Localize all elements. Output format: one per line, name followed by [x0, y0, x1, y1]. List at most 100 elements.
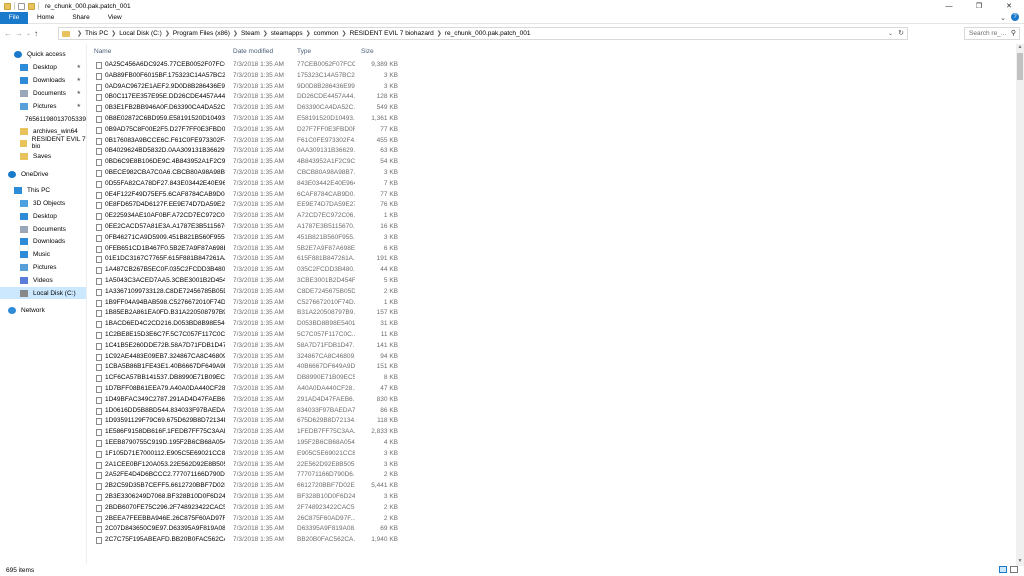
table-row[interactable]: 1CBA5B86B1FE43E1.40B6667DF649A9D8 7/3/201… [88, 362, 1008, 373]
forward-arrow-icon[interactable]: → [15, 29, 23, 38]
back-arrow-icon[interactable]: ← [4, 29, 12, 38]
table-row[interactable]: 0B3E1FB2BB946A0F.D63390CA4DA52CCA 7/3/201… [88, 103, 1008, 114]
chevron-right-icon[interactable]: ❯ [437, 30, 442, 37]
sidebar-item-onedrive[interactable]: OneDrive [0, 168, 86, 180]
table-row[interactable]: 1CF6CA57BB141537.DB8990E71B09EC51 7/3/201… [88, 373, 1008, 384]
breadcrumb-local-disk[interactable]: Local Disk (C:) [119, 30, 162, 37]
sidebar-item-downloads[interactable]: Downloads ★ [0, 74, 86, 86]
table-row[interactable]: 2B3E3306249D7068.BF328B10D0F6D242 7/3/201… [88, 492, 1008, 503]
table-row[interactable]: 0AB89FB00F6015BF.175323C14A57BC24 7/3/201… [88, 71, 1008, 82]
sidebar-item-saves[interactable]: Saves [0, 150, 86, 162]
column-header-size[interactable]: Size [361, 45, 374, 57]
chevron-right-icon[interactable]: ❯ [342, 30, 347, 37]
scroll-up-icon[interactable]: ▲ [1016, 44, 1024, 52]
sidebar-item-documents[interactable]: Documents [0, 223, 86, 235]
chevron-right-icon[interactable]: ❯ [165, 30, 170, 37]
sidebar-item-pictures[interactable]: Pictures ★ [0, 100, 86, 112]
table-row[interactable]: 0A25C456A6DC9245.77CEB0052F07FCC3 7/3/201… [88, 60, 1008, 71]
sidebar-item-pictures[interactable]: Pictures [0, 261, 86, 273]
chevron-right-icon[interactable]: ❯ [263, 30, 268, 37]
table-row[interactable]: 1BACD6ED4C2CD216.D053BD8B98E54011 7/3/201… [88, 319, 1008, 330]
sidebar-item-documents[interactable]: Documents ★ [0, 87, 86, 99]
table-row[interactable]: 0FB46271CA9D5909.451B821B560F9554 7/3/201… [88, 233, 1008, 244]
table-row[interactable]: 0B4029624BD5832D.0AA309131B366297 7/3/201… [88, 146, 1008, 157]
table-row[interactable]: 2A1CEE0BF120A053.22E562D92E8B5059 7/3/201… [88, 460, 1008, 471]
tab-view[interactable]: View [99, 14, 131, 21]
sidebar-item-3d-objects[interactable]: 3D Objects [0, 197, 86, 209]
sidebar-item-music[interactable]: Music [0, 248, 86, 260]
close-button[interactable]: ✕ [994, 0, 1024, 12]
table-row[interactable]: 2BEEA7FEEBBA946E.26C875F60AD97F7 7/3/2018… [88, 514, 1008, 525]
table-row[interactable]: 1A5043C3ACED7AA5.3CBE3001B2D454F6 7/3/201… [88, 276, 1008, 287]
scrollbar-thumb[interactable] [1017, 53, 1023, 80]
table-row[interactable]: 1B85EB2A861EA0FD.B31A220508797B9E 7/3/201… [88, 308, 1008, 319]
column-header-name[interactable]: Name [94, 45, 111, 57]
breadcrumb-steam[interactable]: Steam [241, 30, 260, 37]
sidebar-item-this-pc[interactable]: This PC [0, 184, 86, 196]
table-row[interactable]: 0BD6C9E8B106DE9C.4B843952A1F2C9C0 7/3/201… [88, 157, 1008, 168]
table-row[interactable]: 1D49BFAC349C2787.291AD4D47FAEB64F 7/3/201… [88, 395, 1008, 406]
table-row[interactable]: 0BECE982CBA7C0A6.CBCB80A98A98B702 7/3/201… [88, 168, 1008, 179]
tab-share[interactable]: Share [63, 14, 98, 21]
breadcrumb-resident-evil[interactable]: RESIDENT EVIL 7 biohazard [350, 30, 434, 37]
table-row[interactable]: 1D0616DD5B8BD544.834033F97BAEDA78 7/3/201… [88, 406, 1008, 417]
up-arrow-icon[interactable]: ↑ [34, 29, 38, 38]
sidebar-item-downloads[interactable]: Downloads [0, 235, 86, 247]
table-row[interactable]: 2BDB6070FE75C296.2F748923422CAC57 7/3/201… [88, 503, 1008, 514]
sidebar-item-local-disk-c[interactable]: Local Disk (C:) [0, 287, 86, 299]
expand-ribbon-icon[interactable]: ⌄ [1000, 14, 1006, 22]
table-row[interactable]: 2C07D843650C9E97.D63395A9F819A080 7/3/201… [88, 524, 1008, 535]
table-row[interactable]: 1A33671099733128.C8DE72456785B05D9 7/3/20… [88, 287, 1008, 298]
table-row[interactable]: 1D93591129F79C69.675D629B8D72134B 7/3/201… [88, 416, 1008, 427]
sidebar-item-desktop[interactable]: Desktop ★ [0, 61, 86, 73]
table-row[interactable]: 0B8E02872C6BD959.E58191520D104937 7/3/201… [88, 114, 1008, 125]
recent-locations-icon[interactable]: ⌄ [26, 30, 31, 37]
properties-icon[interactable] [18, 2, 25, 10]
table-row[interactable]: 0E225934AE10AF0BF.A72CD7EC972C06A6 7/3/20… [88, 211, 1008, 222]
sidebar-item-resident-evil-7-bio[interactable]: RESIDENT EVIL 7 bio [0, 136, 86, 150]
tab-file[interactable]: File [0, 11, 28, 24]
table-row[interactable]: 1E586F9158DB616F.1FEDB7FF75C3AAB5 7/3/201… [88, 427, 1008, 438]
chevron-right-icon[interactable]: ❯ [306, 30, 311, 37]
sidebar-item-videos[interactable]: Videos [0, 274, 86, 286]
chevron-right-icon[interactable]: ❯ [111, 30, 116, 37]
column-header-type[interactable]: Type [297, 45, 311, 57]
table-row[interactable]: 1C41B5E260DDE72B.58A7D71FDB1D47FB 7/3/201… [88, 341, 1008, 352]
details-view-icon[interactable] [999, 566, 1007, 573]
table-row[interactable]: 1B9FF04A94BAB598.C5276672010F74D2 7/3/201… [88, 298, 1008, 309]
table-row[interactable]: 2C7C75F195ABEAFD.BB20B0FAC562CAF5 7/3/201… [88, 535, 1008, 546]
breadcrumb-this-pc[interactable]: This PC [85, 30, 108, 37]
vertical-scrollbar[interactable]: ▲ ▼ [1016, 44, 1024, 566]
table-row[interactable]: 1C2BE8E15D3E6C7F.5C7C057F117C0CD7 7/3/201… [88, 330, 1008, 341]
breadcrumb-current-folder[interactable]: re_chunk_000.pak.patch_001 [445, 30, 531, 37]
new-folder-icon[interactable] [28, 2, 35, 10]
breadcrumb-program-files[interactable]: Program Files (x86) [173, 30, 230, 37]
address-dropdown-icon[interactable]: ⌄ [888, 30, 893, 37]
column-header-date[interactable]: Date modified [233, 45, 273, 57]
table-row[interactable]: 0FEB651CD1B467F0.5B2E7A9F87A698E4 7/3/201… [88, 244, 1008, 255]
table-row[interactable]: 0E4F122F49D75EF5.6CAF8784CAB9D04A 7/3/201… [88, 190, 1008, 201]
sidebar-item-quick-access[interactable]: Quick access [0, 48, 86, 60]
breadcrumb-steamapps[interactable]: steamapps [271, 30, 303, 37]
table-row[interactable]: 2A52FE4D4D6BCCC2.777071166D790D63 7/3/201… [88, 470, 1008, 481]
table-row[interactable]: 1C92AE4483E09EB7.324867CA8C46809D 7/3/201… [88, 352, 1008, 363]
table-row[interactable]: 0E8FD657D4D6127F.EE9E74D7DA59E27A 7/3/201… [88, 200, 1008, 211]
tab-home[interactable]: Home [28, 14, 63, 21]
large-icons-view-icon[interactable] [1010, 566, 1018, 573]
search-box[interactable]: Search re_... ⚲ [964, 27, 1020, 40]
table-row[interactable]: 1A487CB267B5EC0F.035C2FCDD3B480EB 7/3/201… [88, 265, 1008, 276]
pane-divider[interactable] [86, 44, 87, 564]
table-row[interactable]: 0D55FA82CA78DF27.843E03442E40E964 7/3/201… [88, 179, 1008, 190]
table-row[interactable]: 01E1DC3167C7765F.615F881B847261AA 7/3/201… [88, 254, 1008, 265]
table-row[interactable]: 1EEB8790755C919D.195F2B6CB68A0541 7/3/201… [88, 438, 1008, 449]
table-row[interactable]: 0AD9AC9672E1AEF2.9D0D8B286436E990 7/3/201… [88, 82, 1008, 93]
table-row[interactable]: 2B2C59D35B7CEFF5.6612720BBF7D02EA 7/3/201… [88, 481, 1008, 492]
table-row[interactable]: 0B0C117EE357E95E.DD26CDE4457A448B 7/3/201… [88, 92, 1008, 103]
help-icon[interactable]: ? [1011, 13, 1019, 21]
table-row[interactable]: 0B9AD75C8F00E2F5.D27F7FF0E3FBD0FE 7/3/201… [88, 125, 1008, 136]
table-row[interactable]: 0B176083A9BCCE6C.F61C0FE973302F44 7/3/201… [88, 136, 1008, 147]
sidebar-item-76561198013705339[interactable]: 76561198013705339 [0, 113, 86, 125]
table-row[interactable]: 1F105D71E7000112.E905C5E69021CC8B 7/3/201… [88, 449, 1008, 460]
address-bar[interactable]: ❯ This PC ❯ Local Disk (C:) ❯ Program Fi… [58, 27, 908, 40]
table-row[interactable]: 1D7BFF08B61EEA79.A40A0DA440CF2840 7/3/201… [88, 384, 1008, 395]
